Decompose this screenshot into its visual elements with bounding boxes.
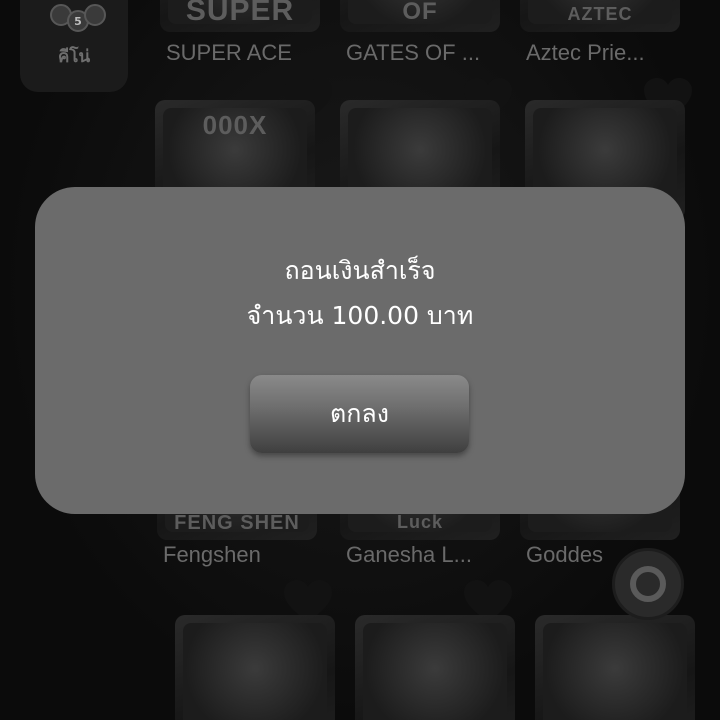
screen: 5 คีโน่ SUPER SUPER ACE OF GATES OF ... …: [0, 0, 720, 720]
game-thumbnail: [535, 615, 695, 720]
lottery-ball: [84, 4, 106, 26]
ok-button[interactable]: ตกลง: [250, 375, 469, 453]
game-thumbnail: [175, 615, 335, 720]
game-thumbnail: SUPER: [160, 0, 320, 32]
game-name: SUPER ACE: [166, 40, 292, 65]
game-name: Ganesha L...: [346, 542, 472, 567]
support-icon: [630, 566, 666, 602]
game-thumbnail: [355, 615, 515, 720]
game-name: Aztec Prie...: [526, 40, 645, 65]
game-name: Goddes: [526, 542, 604, 567]
game-art-text: 000X: [202, 110, 268, 140]
game-art-text: AZTEC: [567, 4, 633, 24]
game-name: GATES OF ...: [346, 40, 481, 65]
game-name: Fengshen: [163, 542, 261, 567]
dialog-title: ถอนเงินสำเร็จ: [284, 256, 436, 285]
game-art-text: FENG SHEN: [174, 512, 300, 534]
game-art-text: SUPER: [185, 0, 295, 27]
category-keno[interactable]: 5 คีโน่: [20, 0, 128, 92]
game-art-text: Luck: [396, 512, 443, 532]
game-thumbnail: OF: [340, 0, 500, 32]
game-thumbnail: AZTEC: [520, 0, 680, 32]
category-label: คีโน่: [57, 47, 91, 67]
lottery-balls-icon: 5: [50, 4, 106, 38]
dialog-message: จำนวน 100.00 บาท: [246, 301, 474, 330]
game-art-text: OF: [402, 0, 438, 25]
floating-support-button[interactable]: [612, 548, 684, 620]
withdraw-success-dialog: ถอนเงินสำเร็จ จำนวน 100.00 บาท ตกลง: [35, 187, 685, 514]
